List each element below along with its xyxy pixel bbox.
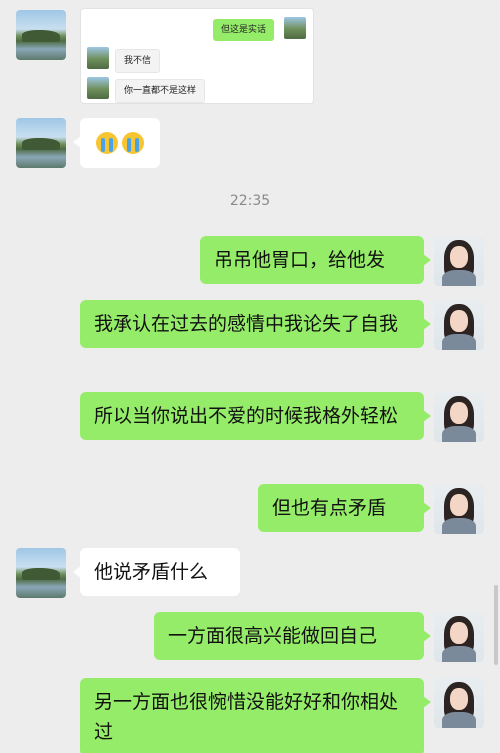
quoted-contact-avatar bbox=[87, 47, 109, 69]
chat-timestamp: 22:35 bbox=[229, 193, 271, 209]
quoted-image-message[interactable]: 但这是实话 我不信 你一直都不是这样 bbox=[80, 8, 314, 104]
contact-avatar[interactable] bbox=[16, 548, 66, 598]
sent-message-bubble[interactable]: 所以当你说出不爱的时候我格外轻松 bbox=[80, 392, 431, 440]
self-avatar[interactable] bbox=[434, 678, 484, 728]
sent-message-bubble[interactable]: 另一方面也很惋惜没能好好和你相处过 bbox=[80, 678, 431, 753]
self-avatar[interactable] bbox=[434, 236, 484, 286]
sent-message-bubble[interactable]: 吊吊他胃口，给他发 bbox=[200, 236, 431, 284]
crying-face-icon bbox=[96, 132, 118, 154]
contact-avatar[interactable] bbox=[16, 118, 66, 168]
quoted-reply-bubble: 你一直都不是这样 bbox=[115, 79, 206, 103]
quoted-self-avatar bbox=[284, 17, 306, 39]
scrollbar-thumb[interactable] bbox=[494, 585, 498, 665]
quoted-sent-bubble: 但这是实话 bbox=[213, 19, 275, 41]
emoji-message-bubble[interactable] bbox=[73, 118, 160, 168]
sent-message-bubble[interactable]: 但也有点矛盾 bbox=[258, 484, 431, 532]
self-avatar[interactable] bbox=[434, 300, 484, 350]
quoted-contact-avatar bbox=[87, 77, 109, 99]
crying-face-icon bbox=[122, 132, 144, 154]
self-avatar[interactable] bbox=[434, 612, 484, 662]
self-avatar[interactable] bbox=[434, 484, 484, 534]
contact-avatar[interactable] bbox=[16, 10, 66, 60]
self-avatar[interactable] bbox=[434, 392, 484, 442]
sent-message-bubble[interactable]: 我承认在过去的感情中我论失了自我 bbox=[80, 300, 431, 348]
sent-message-bubble[interactable]: 一方面很高兴能做回自己 bbox=[154, 612, 431, 660]
received-message-bubble[interactable]: 他说矛盾什么 bbox=[73, 548, 240, 596]
quoted-reply-bubble: 我不信 bbox=[115, 49, 161, 73]
